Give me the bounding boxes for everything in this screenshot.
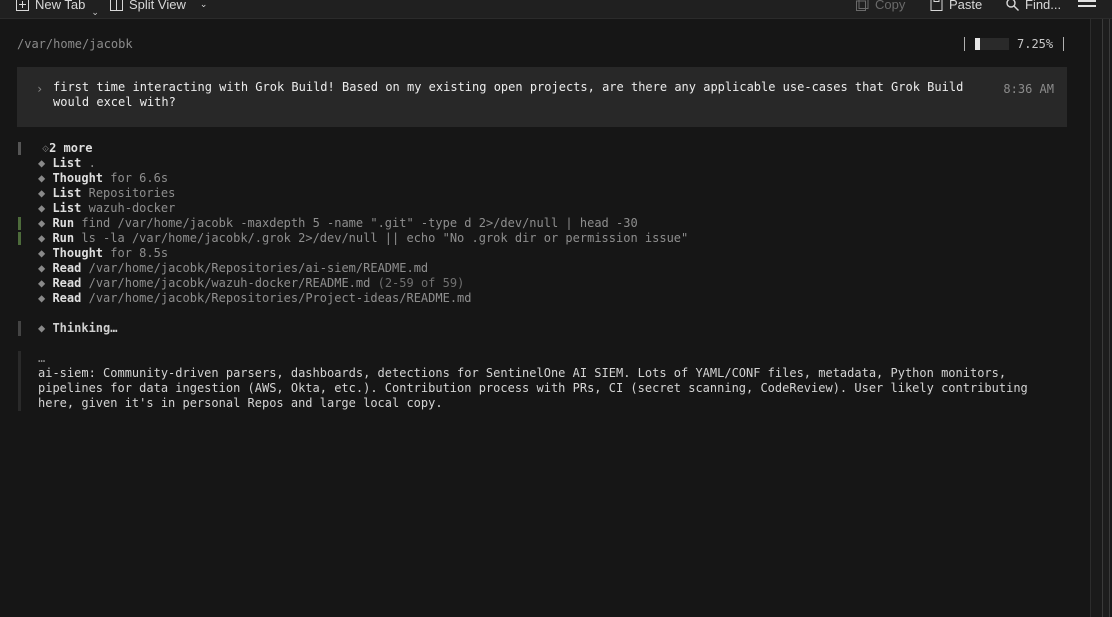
split-view-icon: [110, 0, 123, 11]
copy-label: Copy: [875, 0, 906, 12]
activity-item[interactable]: ◆ Read /var/home/jacobk/Repositories/Pro…: [0, 291, 1090, 306]
gutter-marker: [18, 142, 21, 155]
diamond-icon: ◆: [38, 276, 53, 290]
activity-verb: List: [52, 156, 82, 170]
context-meter: [975, 38, 1009, 50]
divider: [1063, 37, 1065, 51]
activity-arg: wazuh-docker: [88, 201, 176, 215]
activity-item[interactable]: ◆ Thought for 8.5s: [0, 246, 1090, 261]
working-directory: /var/home/jacobk: [17, 37, 133, 51]
more-label: 2 more: [49, 141, 93, 155]
hamburger-menu-icon[interactable]: [1078, 0, 1096, 12]
activity-item[interactable]: ◆ Run ls -la /var/home/jacobk/.grok 2>/d…: [0, 231, 1090, 246]
new-tab-icon: [16, 0, 29, 11]
paste-button[interactable]: Paste: [930, 0, 982, 14]
activity-verb: Run: [52, 216, 75, 230]
user-prompt-block: › first time interacting with Grok Build…: [17, 67, 1067, 127]
activity-item[interactable]: ◆ Run find /var/home/jacobk -maxdepth 5 …: [0, 216, 1090, 231]
context-meter-fill: [975, 38, 981, 50]
activity-verb: List: [52, 201, 82, 215]
activity-verb: Run: [52, 231, 75, 245]
activity-log: ⟐2 more ◆ List . ◆ Thought for 6.6s ◆ List…: [0, 141, 1090, 306]
prompt-timestamp: 8:36 AM: [1003, 82, 1054, 96]
diamond-icon: ◆: [38, 156, 53, 170]
activity-arg: /var/home/jacobk/wazuh-docker/README.md: [88, 276, 371, 290]
find-label: Find...: [1025, 0, 1062, 12]
more-toggle[interactable]: ⟐2 more: [0, 141, 1090, 156]
gutter-marker: [18, 217, 21, 230]
user-prompt-text: first time interacting with Grok Build! …: [53, 80, 964, 109]
activity-item[interactable]: ◆ List .: [0, 156, 1090, 171]
activity-arg: .: [88, 156, 96, 170]
activity-arg: /var/home/jacobk/Repositories/ai-siem/RE…: [88, 261, 429, 275]
activity-arg: ls -la /var/home/jacobk/.grok 2>/dev/nul…: [81, 231, 689, 245]
activity-verb: Read: [52, 276, 82, 290]
reasoning-ellipsis: …: [38, 351, 46, 365]
activity-item[interactable]: ◆ List Repositories: [0, 186, 1090, 201]
divider: [964, 37, 965, 51]
diamond-icon: ◆: [38, 201, 53, 215]
split-view-label: Split View: [129, 0, 186, 12]
copy-button[interactable]: Copy: [856, 0, 905, 14]
activity-extra: (2-59 of 59): [377, 276, 465, 290]
reasoning-text: ai-siem: Community-driven parsers, dashb…: [38, 366, 1028, 410]
diamond-icon: ◆: [38, 291, 53, 305]
find-button[interactable]: Find...: [1006, 0, 1061, 14]
activity-arg: for 6.6s: [110, 171, 169, 185]
diamond-icon: ◆: [38, 246, 53, 260]
activity-item[interactable]: ◆ List wazuh-docker: [0, 201, 1090, 216]
gutter-marker: [18, 321, 21, 336]
chevron-down-icon[interactable]: ⌄: [200, 0, 208, 10]
search-icon: [1006, 0, 1019, 11]
new-tab-button[interactable]: New Tab ⌄: [16, 0, 99, 17]
paste-icon: [930, 0, 943, 11]
scrollbar-thumb[interactable]: [1102, 19, 1110, 617]
activity-verb: Thought: [52, 171, 104, 185]
activity-arg: Repositories: [88, 186, 176, 200]
activity-verb: Read: [52, 261, 82, 275]
gutter-marker: [18, 351, 21, 411]
activity-item[interactable]: ◆ Read /var/home/jacobk/Repositories/ai-…: [0, 261, 1090, 276]
chevron-right-icon: ›: [36, 82, 44, 96]
activity-arg: /var/home/jacobk/Repositories/Project-id…: [88, 291, 472, 305]
context-usage-indicator: 7.25%: [964, 36, 1065, 52]
activity-item[interactable]: ◆ Thought for 6.6s: [0, 171, 1090, 186]
diamond-icon: ◆: [38, 216, 53, 230]
gutter-marker: [18, 232, 21, 245]
paste-label: Paste: [949, 0, 983, 12]
diamond-icon: ◆: [38, 171, 53, 185]
new-tab-label: New Tab: [35, 0, 86, 12]
diamond-icon: ◆: [38, 231, 53, 245]
chevron-down-icon[interactable]: ⌄: [91, 7, 99, 18]
thinking-label: Thinking…: [52, 321, 118, 335]
diamond-icon: ◆: [38, 186, 53, 200]
window-toolbar: New Tab ⌄ Split View ⌄ Copy Paste Find..…: [0, 0, 1112, 19]
activity-arg: find /var/home/jacobk -maxdepth 5 -name …: [81, 216, 638, 230]
activity-verb: List: [52, 186, 82, 200]
split-view-button[interactable]: Split View ⌄: [110, 0, 207, 14]
diamond-icon: ◆: [38, 261, 53, 275]
activity-item[interactable]: ◆ Read /var/home/jacobk/wazuh-docker/REA…: [0, 276, 1090, 291]
diamond-icon: ◆: [38, 321, 53, 335]
context-percent: 7.25%: [1017, 37, 1054, 51]
copy-icon: [856, 0, 869, 11]
activity-arg: for 8.5s: [110, 246, 169, 260]
activity-verb: Read: [52, 291, 82, 305]
activity-verb: Thought: [52, 246, 104, 260]
